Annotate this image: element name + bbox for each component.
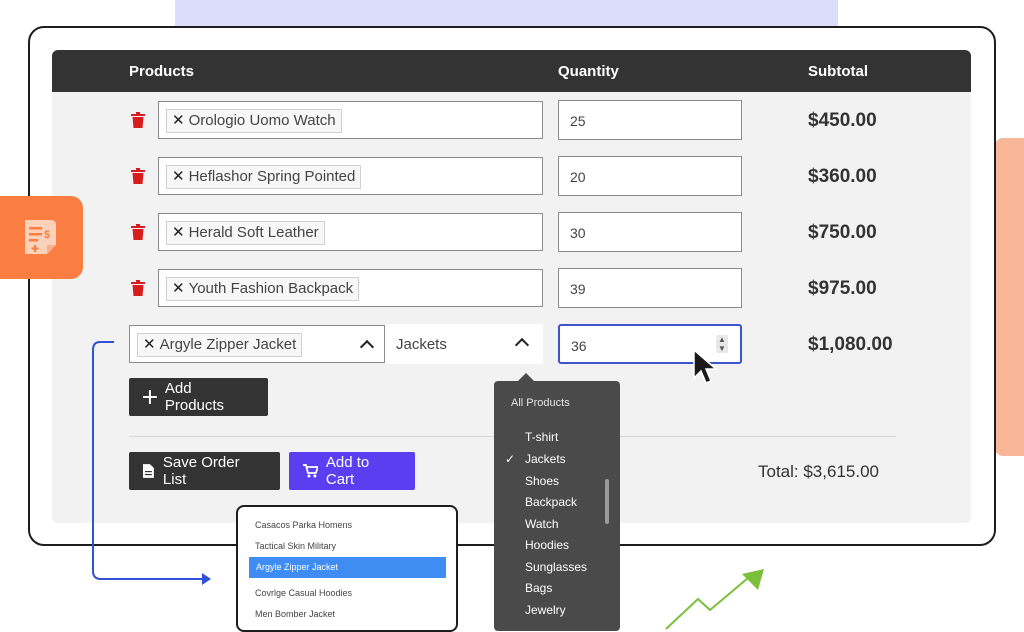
category-value: Jackets <box>396 336 447 353</box>
trash-icon[interactable] <box>131 112 145 128</box>
invoice-icon: $ <box>25 220 56 254</box>
check-icon: ✓ <box>505 452 516 466</box>
chevron-up-icon[interactable] <box>359 339 375 355</box>
trash-icon[interactable] <box>131 168 145 184</box>
dropdown-item[interactable]: Bags <box>525 581 552 595</box>
row-subtotal: $450.00 <box>808 110 877 131</box>
row-subtotal: $975.00 <box>808 278 877 299</box>
quantity-value: 36 <box>571 338 587 354</box>
product-select[interactable]: ✕ Youth Fashion Backpack <box>158 269 543 307</box>
suggestion-item[interactable]: Men Bomber Jacket <box>255 609 335 619</box>
trash-icon[interactable] <box>131 280 145 296</box>
category-select[interactable]: Jackets <box>385 324 543 364</box>
table-row: ✕ Orologio Uomo Watch 25 $450.00 <box>52 100 971 140</box>
row-subtotal: $750.00 <box>808 222 877 243</box>
product-select[interactable]: ✕ Orologio Uomo Watch <box>158 101 543 139</box>
remove-tag-icon[interactable]: ✕ <box>172 112 185 129</box>
svg-text:$: $ <box>44 229 50 241</box>
quantity-input[interactable]: 25 <box>558 100 742 140</box>
header-products: Products <box>129 63 195 80</box>
suggestion-item-highlighted[interactable]: Argyle Zipper Jacket <box>249 557 446 578</box>
chevron-up-icon[interactable] <box>514 337 530 353</box>
cart-icon <box>303 464 318 478</box>
table-row: ✕ Herald Soft Leather 30 $750.00 <box>52 212 971 252</box>
remove-tag-icon[interactable]: ✕ <box>172 224 185 241</box>
trash-icon[interactable] <box>131 224 145 240</box>
dropdown-scrollbar[interactable] <box>605 479 609 524</box>
dropdown-item[interactable]: Hoodies <box>525 538 569 552</box>
dropdown-item[interactable]: Watch <box>525 517 559 531</box>
connector-arrow-icon <box>92 341 211 585</box>
table-header: Products Quantity Subtotal <box>52 50 971 92</box>
quantity-input[interactable]: 39 <box>558 268 742 308</box>
dropdown-item[interactable]: Sunglasses <box>525 560 587 574</box>
cursor-icon <box>693 348 718 384</box>
suggestion-item[interactable]: Covrlge Casual Hoodies <box>255 588 352 598</box>
row-subtotal: $1,080.00 <box>808 334 893 355</box>
product-select[interactable]: ✕ Herald Soft Leather <box>158 213 543 251</box>
product-name: Herald Soft Leather <box>188 224 319 241</box>
quantity-input[interactable]: 30 <box>558 212 742 252</box>
add-to-cart-button[interactable]: Add to Cart <box>289 452 415 490</box>
add-to-cart-label: Add to Cart <box>325 454 370 488</box>
product-suggestions-popup: Casacos Parka Homens Tactical Skin Milit… <box>236 505 458 632</box>
table-row: ✕ Heflashor Spring Pointed 20 $360.00 <box>52 156 971 196</box>
quantity-input[interactable]: 20 <box>558 156 742 196</box>
product-tag: ✕ Youth Fashion Backpack <box>166 277 360 301</box>
dropdown-item[interactable]: Shoes <box>525 474 559 488</box>
trend-arrow-icon <box>665 569 764 630</box>
product-tag: ✕ Herald Soft Leather <box>166 221 325 245</box>
dropdown-item[interactable]: T-shirt <box>525 430 558 444</box>
dropdown-item-selected[interactable]: Jackets <box>525 452 566 466</box>
order-total: Total: $3,615.00 <box>758 462 879 481</box>
dropdown-item[interactable]: Jewelry <box>525 603 566 617</box>
row-subtotal: $360.00 <box>808 166 877 187</box>
dropdown-item[interactable]: Backpack <box>525 495 577 509</box>
product-name: Youth Fashion Backpack <box>188 280 354 297</box>
remove-tag-icon[interactable]: ✕ <box>172 168 185 185</box>
category-dropdown-menu: All Products T-shirt ✓ Jackets Shoes Bac… <box>494 381 620 631</box>
product-name: Heflashor Spring Pointed <box>188 168 356 185</box>
background-shape-right <box>995 138 1024 456</box>
header-quantity: Quantity <box>558 63 619 80</box>
product-tag: ✕ Orologio Uomo Watch <box>166 109 342 133</box>
product-name: Orologio Uomo Watch <box>188 112 336 129</box>
table-row: ✕ Youth Fashion Backpack 39 $975.00 <box>52 268 971 308</box>
header-subtotal: Subtotal <box>808 63 868 80</box>
product-tag: ✕ Heflashor Spring Pointed <box>166 165 362 189</box>
product-select[interactable]: ✕ Heflashor Spring Pointed <box>158 157 543 195</box>
suggestion-item[interactable]: Casacos Parka Homens <box>255 520 352 530</box>
remove-tag-icon[interactable]: ✕ <box>172 280 185 297</box>
dropdown-header[interactable]: All Products <box>511 397 570 409</box>
invoice-badge: $ <box>0 196 83 279</box>
suggestion-item[interactable]: Tactical Skin Military <box>255 541 336 551</box>
